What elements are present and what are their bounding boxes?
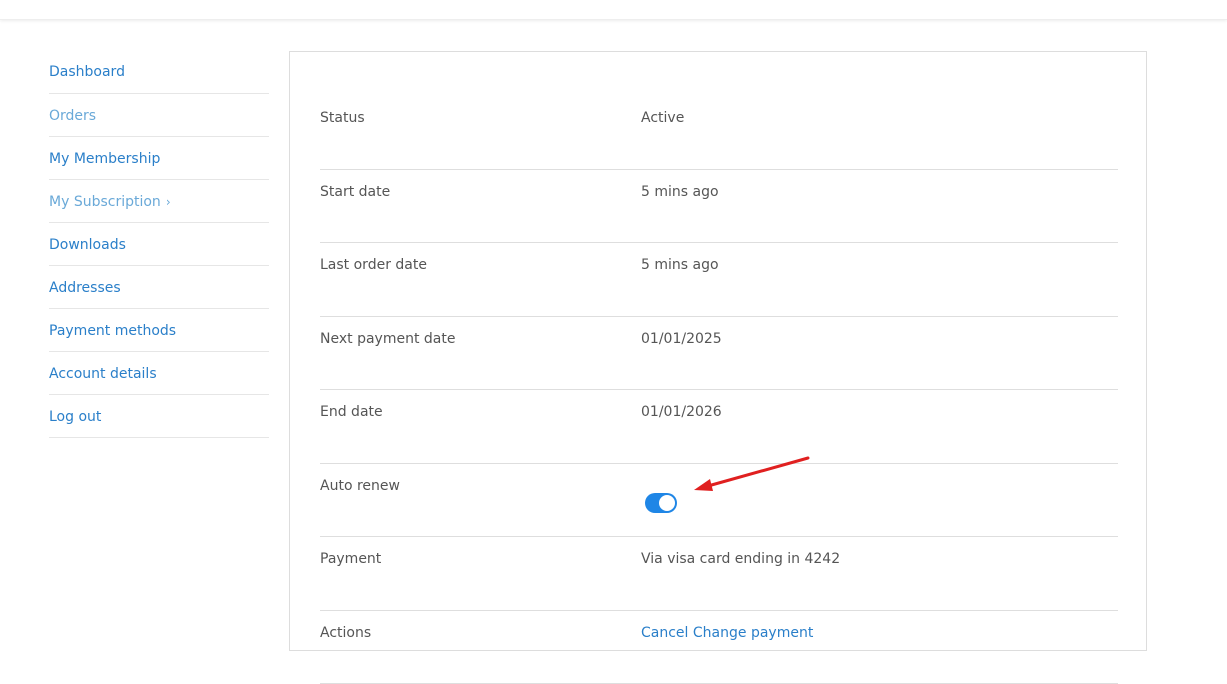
change-payment-link[interactable]: Change payment [693, 625, 813, 641]
last-order-date-label: Last order date [320, 257, 427, 273]
row-end-date: End date 01/01/2026 [320, 390, 1118, 464]
actions-value: Cancel Change payment [641, 625, 813, 641]
row-payment: Payment Via visa card ending in 4242 [320, 537, 1118, 611]
cancel-link[interactable]: Cancel [641, 625, 688, 641]
nav-link-addresses[interactable]: Addresses [49, 280, 121, 296]
nav-link-orders[interactable]: Orders [49, 108, 96, 124]
actions-label: Actions [320, 625, 371, 641]
last-order-date-value: 5 mins ago [641, 257, 719, 273]
end-date-value: 01/01/2026 [641, 404, 722, 420]
subscription-details-panel: Status Active Start date 5 mins ago Last… [289, 51, 1147, 651]
row-actions: Actions Cancel Change payment [320, 611, 1118, 684]
next-payment-date-value: 01/01/2025 [641, 331, 722, 347]
nav-item-dashboard[interactable]: Dashboard [49, 50, 269, 94]
next-payment-date-label: Next payment date [320, 331, 455, 347]
nav-link-dashboard[interactable]: Dashboard [49, 64, 125, 80]
auto-renew-toggle[interactable] [645, 493, 677, 513]
chevron-right-icon: › [166, 194, 171, 210]
toggle-knob [659, 495, 675, 511]
row-start-date: Start date 5 mins ago [320, 170, 1118, 244]
auto-renew-label: Auto renew [320, 478, 400, 494]
status-value: Active [641, 110, 684, 126]
account-navigation: Dashboard Orders My Membership My Subscr… [49, 50, 269, 438]
row-last-order-date: Last order date 5 mins ago [320, 243, 1118, 317]
nav-link-my-membership[interactable]: My Membership [49, 151, 160, 167]
nav-link-my-subscription[interactable]: My Subscription [49, 194, 161, 210]
nav-link-account-details[interactable]: Account details [49, 366, 157, 382]
nav-link-downloads[interactable]: Downloads [49, 237, 126, 253]
nav-item-addresses[interactable]: Addresses [49, 266, 269, 309]
payment-label: Payment [320, 551, 381, 567]
red-arrow-icon [690, 455, 815, 497]
payment-value: Via visa card ending in 4242 [641, 551, 840, 567]
nav-item-payment-methods[interactable]: Payment methods [49, 309, 269, 352]
subscription-details-table: Status Active Start date 5 mins ago Last… [320, 96, 1118, 684]
nav-item-downloads[interactable]: Downloads [49, 223, 269, 266]
nav-link-log-out[interactable]: Log out [49, 409, 101, 425]
start-date-label: Start date [320, 184, 390, 200]
nav-link-payment-methods[interactable]: Payment methods [49, 323, 176, 339]
nav-item-log-out[interactable]: Log out [49, 395, 269, 438]
status-label: Status [320, 110, 365, 126]
nav-item-orders[interactable]: Orders [49, 94, 269, 137]
nav-item-my-subscription[interactable]: My Subscription › [49, 180, 269, 223]
row-status: Status Active [320, 96, 1118, 170]
nav-item-account-details[interactable]: Account details [49, 352, 269, 395]
top-bar [0, 0, 1227, 20]
end-date-label: End date [320, 404, 383, 420]
start-date-value: 5 mins ago [641, 184, 719, 200]
nav-item-my-membership[interactable]: My Membership [49, 137, 269, 180]
row-next-payment-date: Next payment date 01/01/2025 [320, 317, 1118, 391]
